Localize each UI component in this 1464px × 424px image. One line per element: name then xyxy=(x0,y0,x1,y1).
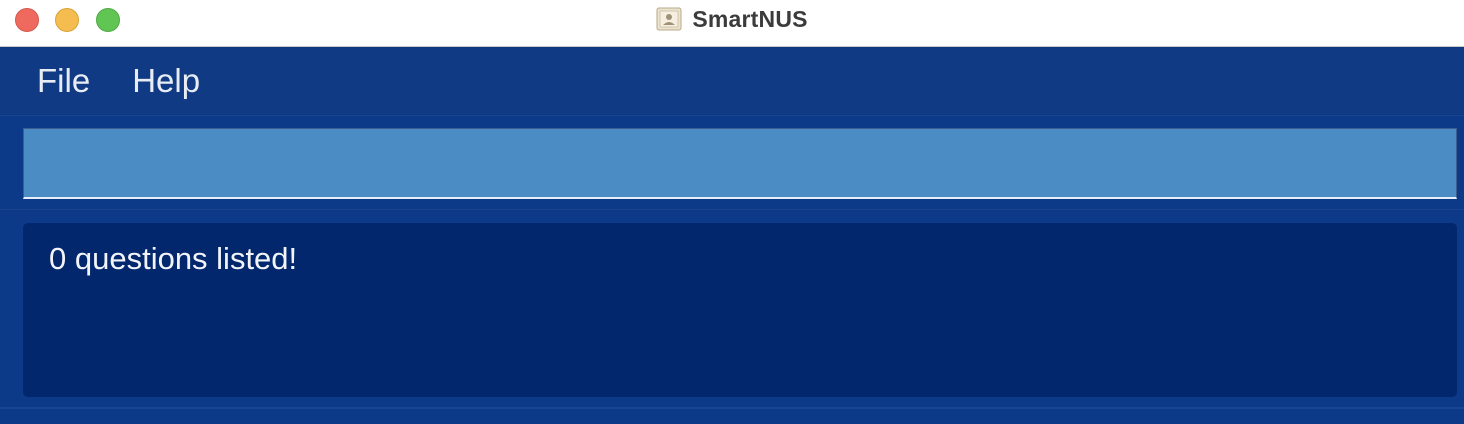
result-message: 0 questions listed! xyxy=(49,241,298,276)
result-display: 0 questions listed! xyxy=(23,223,1457,397)
menu-bar: File Help xyxy=(0,48,1464,114)
title-bar: SmartNUS xyxy=(0,0,1464,47)
title-group: SmartNUS xyxy=(0,0,1464,38)
window-title: SmartNUS xyxy=(692,5,808,32)
command-box-area xyxy=(0,115,1464,210)
menu-file[interactable]: File xyxy=(37,62,90,100)
contact-card-icon xyxy=(656,6,682,32)
menu-help[interactable]: Help xyxy=(132,62,200,100)
app-window: SmartNUS File Help 0 questions listed! xyxy=(0,0,1464,424)
command-input[interactable] xyxy=(23,128,1457,199)
result-display-area: 0 questions listed! xyxy=(0,211,1464,407)
list-panel-edge xyxy=(0,407,1464,424)
